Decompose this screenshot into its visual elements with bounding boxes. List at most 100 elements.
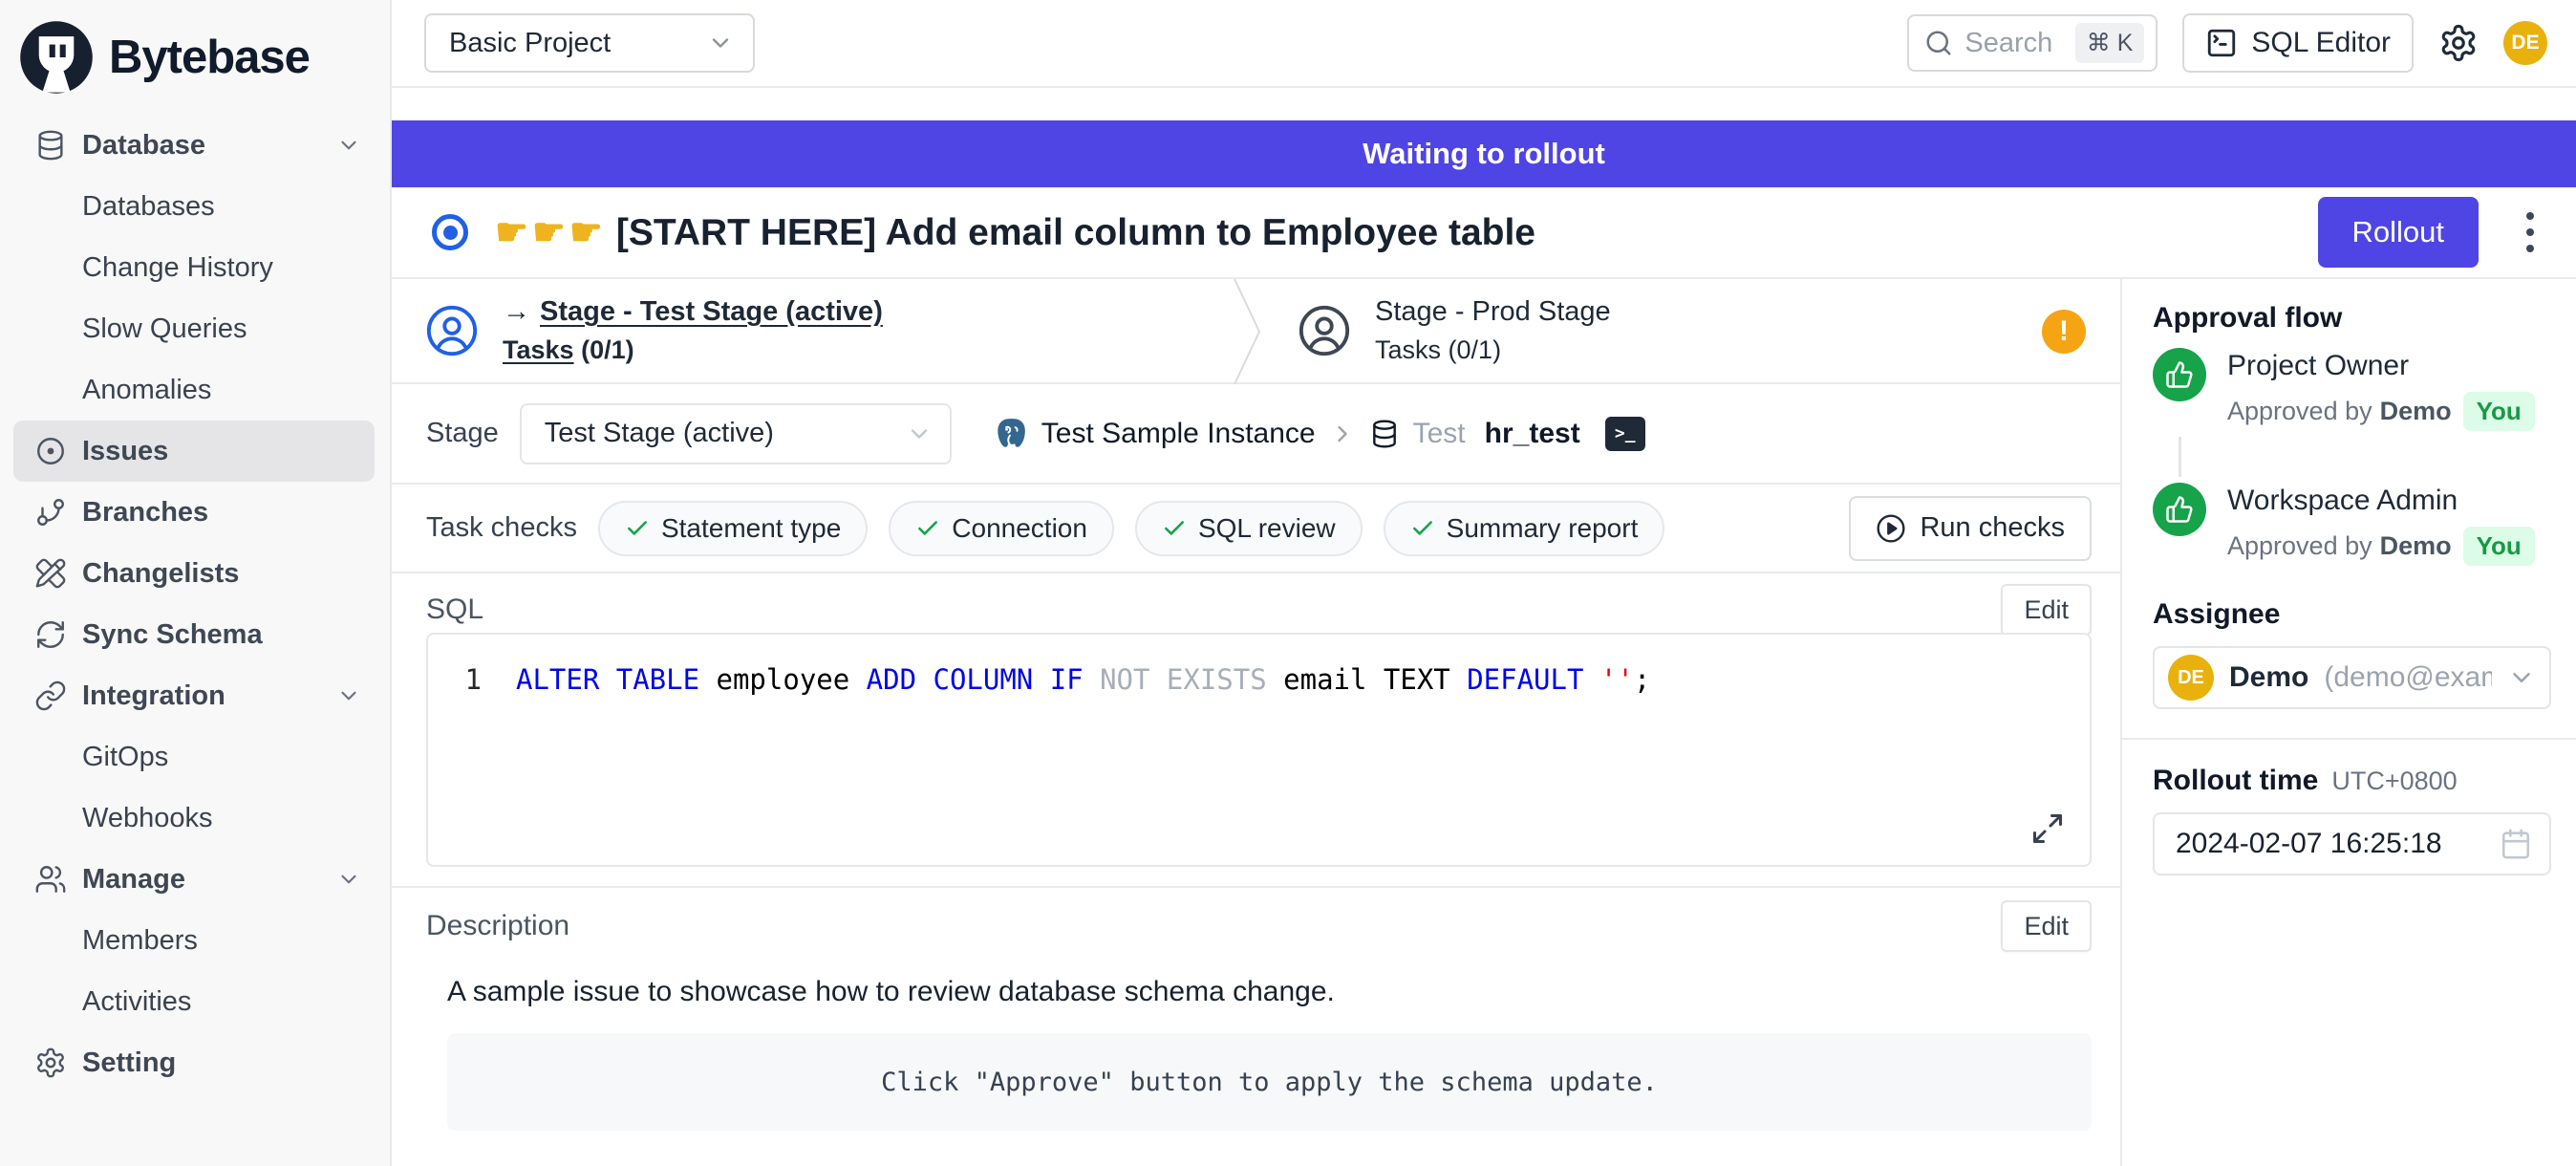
- active-stage-arrow: →: [503, 296, 530, 327]
- check-icon: [915, 516, 940, 541]
- sidebar-item-setting[interactable]: Setting: [0, 1032, 390, 1093]
- stage-user-icon: [424, 303, 480, 358]
- sidebar-item-label: Integration: [82, 680, 225, 712]
- check-pill-connection[interactable]: Connection: [889, 501, 1114, 556]
- sidebar-item-label: Sync Schema: [82, 619, 263, 651]
- rollout-time-input[interactable]: 2024-02-07 16:25:18: [2153, 812, 2551, 875]
- sidebar-item-issues[interactable]: Issues: [13, 421, 375, 482]
- sql-editor-label: SQL Editor: [2251, 27, 2391, 59]
- main-content: Waiting to rollout ☛☛☛[START HERE] Add e…: [392, 90, 2576, 1166]
- sidebar-item-manage[interactable]: Manage: [0, 849, 390, 910]
- sidebar-item-integration[interactable]: Integration: [0, 665, 390, 726]
- calendar-icon: [2500, 828, 2532, 860]
- stage-name: Stage - Prod Stage: [1375, 296, 1611, 328]
- check-pill-sql-review[interactable]: SQL review: [1135, 501, 1363, 556]
- sidebar-item-label: Databases: [82, 191, 215, 223]
- stage-tasks-link[interactable]: Tasks: [1375, 335, 1441, 364]
- sidebar-item-webhooks[interactable]: Webhooks: [0, 788, 390, 849]
- bytebase-logo[interactable]: Bytebase: [0, 0, 390, 99]
- approval-steps: Project Owner Approved by Demo You: [2153, 348, 2551, 566]
- sql-statement: ALTER TABLE employee ADD COLUMN IF NOT E…: [516, 659, 1650, 700]
- description-body: A sample issue to showcase how to review…: [447, 976, 2092, 1008]
- sidebar-item-activities[interactable]: Activities: [0, 971, 390, 1032]
- stage-tab-prod[interactable]: Stage - Prod Stage Tasks (0/1): [1272, 296, 1611, 365]
- panel-divider: [2122, 738, 2576, 740]
- postgresql-icon: [992, 416, 1028, 452]
- description-note: Click "Approve" button to apply the sche…: [447, 1033, 2092, 1131]
- sidebar-item-label: Setting: [82, 1047, 176, 1079]
- description-title: Description: [426, 910, 569, 942]
- sql-code-editor: 1 ALTER TABLE employee ADD COLUMN IF NOT…: [426, 633, 2092, 867]
- search-icon: [1924, 29, 1953, 57]
- open-sql-editor-icon[interactable]: >_: [1605, 417, 1645, 451]
- check-pill-label: SQL review: [1198, 513, 1336, 544]
- sidebar-item-label: Issues: [82, 436, 168, 467]
- sidebar-item-database[interactable]: Database: [0, 115, 390, 176]
- stage-separator: [1231, 279, 1273, 384]
- more-options-kebab-icon[interactable]: [2519, 205, 2542, 260]
- assignee-avatar: DE: [2168, 655, 2214, 701]
- settings-gear-button[interactable]: [2438, 23, 2479, 63]
- task-check-pills: Statement type Connection SQL review: [598, 501, 1664, 556]
- sidebar-item-label: Webhooks: [82, 803, 213, 834]
- task-checks-row: Task checks Statement type Connection: [392, 483, 2120, 573]
- project-selector-value: Basic Project: [449, 28, 611, 59]
- sidebar-item-databases[interactable]: Databases: [0, 176, 390, 237]
- chevron-down-icon: [336, 683, 361, 708]
- stage-selector-dropdown[interactable]: Test Stage (active): [520, 403, 952, 464]
- stage-selector-label: Stage: [426, 418, 499, 449]
- approval-step-project-owner: Project Owner Approved by Demo You: [2153, 348, 2551, 431]
- sidebar-item-members[interactable]: Members: [0, 910, 390, 971]
- sidebar-item-slow-queries[interactable]: Slow Queries: [0, 298, 390, 359]
- sidebar-item-branches[interactable]: Branches: [0, 482, 390, 543]
- description-edit-button[interactable]: Edit: [2001, 900, 2092, 952]
- check-icon: [625, 516, 650, 541]
- issue-status-banner: Waiting to rollout: [392, 120, 2576, 187]
- sidebar-item-label: Slow Queries: [82, 313, 247, 345]
- project-selector[interactable]: Basic Project: [424, 13, 755, 73]
- run-checks-button[interactable]: Run checks: [1849, 496, 2092, 561]
- bytebase-app: Bytebase Database Databases Change Histo…: [0, 0, 2576, 1166]
- check-icon: [1162, 516, 1187, 541]
- stage-selector-value: Test Stage (active): [545, 418, 774, 449]
- sidebar-item-label: GitOps: [82, 742, 168, 773]
- bytebase-logo-icon: [19, 20, 94, 95]
- sidebar-item-changelists[interactable]: Changelists: [0, 543, 390, 604]
- sidebar-item-gitops[interactable]: GitOps: [0, 726, 390, 788]
- issue-title: ☛☛☛[START HERE] Add email column to Empl…: [495, 211, 1535, 254]
- rollout-button[interactable]: Rollout: [2318, 197, 2479, 268]
- approval-step-workspace-admin: Workspace Admin Approved by Demo You: [2153, 483, 2551, 566]
- assignee-title: Assignee: [2153, 598, 2551, 631]
- issue-status-icon: [432, 214, 468, 250]
- sidebar-item-change-history[interactable]: Change History: [0, 237, 390, 298]
- chevron-down-icon: [336, 867, 361, 892]
- issue-detail-column: →Stage - Test Stage (active) Tasks (0/1)…: [392, 279, 2120, 1166]
- check-pill-statement-type[interactable]: Statement type: [598, 501, 868, 556]
- issues-icon: [34, 435, 67, 467]
- rollout-time-value: 2024-02-07 16:25:18: [2176, 828, 2442, 860]
- warning-icon[interactable]: !: [2042, 310, 2086, 354]
- check-pill-summary-report[interactable]: Summary report: [1384, 501, 1665, 556]
- sidebar-item-anomalies[interactable]: Anomalies: [0, 359, 390, 421]
- sql-editor-button[interactable]: SQL Editor: [2182, 13, 2414, 73]
- approver-name: Demo: [2380, 397, 2452, 426]
- assignee-selector[interactable]: DE Demo (demo@example: [2153, 646, 2551, 709]
- search-input[interactable]: Search ⌘ K: [1907, 14, 2157, 72]
- chevron-down-icon: [336, 133, 361, 158]
- sidebar-item-label: Changelists: [82, 558, 239, 590]
- description-section: Description Edit A sample issue to showc…: [392, 888, 2120, 1131]
- instance-link[interactable]: Test Sample Instance: [1041, 418, 1316, 450]
- stage-tab-test[interactable]: →Stage - Test Stage (active) Tasks (0/1): [392, 296, 1228, 365]
- sql-section-title: SQL: [426, 594, 483, 626]
- sql-edit-button[interactable]: Edit: [2001, 584, 2092, 636]
- assignee-email: (demo@example: [2324, 661, 2492, 694]
- expand-icon[interactable]: [2030, 811, 2065, 846]
- task-checks-label: Task checks: [426, 512, 577, 544]
- user-avatar[interactable]: DE: [2503, 21, 2547, 65]
- approval-status: Approved by: [2227, 397, 2372, 426]
- topbar: Basic Project Search ⌘ K SQL Editor: [392, 0, 2576, 88]
- sidebar-item-sync-schema[interactable]: Sync Schema: [0, 604, 390, 665]
- search-shortcut-badge: ⌘ K: [2075, 23, 2145, 63]
- database-link[interactable]: hr_test: [1485, 418, 1580, 450]
- stage-tasks-link[interactable]: Tasks: [503, 335, 574, 364]
